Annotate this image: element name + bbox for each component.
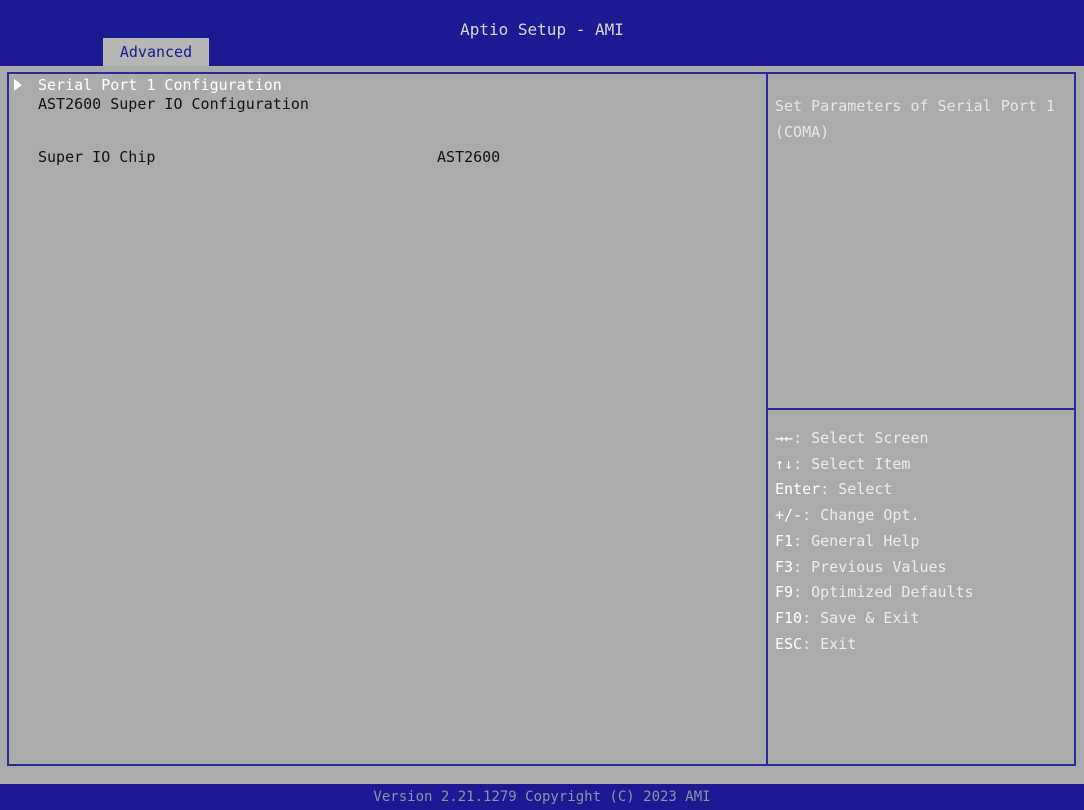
legend-key: F10 — [775, 608, 803, 627]
legend-action: : Select Screen — [793, 429, 929, 447]
legend-action: : Optimized Defaults — [793, 583, 974, 602]
legend-key: F9 — [775, 583, 794, 602]
status-bar: Version 2.21.1279 Copyright (C) 2023 AMI — [0, 784, 1084, 810]
settings-pane: AST2600 Super IO Configuration Super IO … — [9, 74, 766, 764]
super-io-chip-value: AST2600 — [437, 148, 501, 166]
title-bar: Aptio Setup - AMI Advanced — [0, 0, 1084, 66]
serial-port-1-configuration-label: Serial Port 1 Configuration — [38, 76, 282, 94]
help-divider — [768, 408, 1074, 410]
legend-action: : Select Item — [793, 454, 911, 473]
legend-action: : Previous Values — [793, 557, 947, 576]
legend-action: : Select — [820, 480, 893, 499]
key-legend-item: F3: Previous Values — [775, 555, 1067, 581]
legend-action: : Exit — [802, 634, 857, 653]
key-legend-item: Enter: Select — [775, 477, 1067, 503]
key-legend-item: ESC: Exit — [775, 632, 1067, 658]
super-io-chip-label: Super IO Chip — [38, 148, 156, 166]
legend-key: F1 — [775, 531, 794, 550]
key-legend-item: F9: Optimized Defaults — [775, 580, 1067, 606]
tab-advanced[interactable]: Advanced — [103, 38, 209, 66]
legend-key: +/- — [775, 506, 803, 525]
key-legend: →←: Select Screen ↑↓: Select Item Enter:… — [775, 426, 1067, 657]
legend-action: : Change Opt. — [802, 506, 920, 525]
key-legend-item: →←: Select Screen — [775, 426, 1067, 452]
app-title: Aptio Setup - AMI — [460, 20, 624, 39]
legend-key: F3 — [775, 557, 794, 576]
help-text: Set Parameters of Serial Port 1 (COMA) — [775, 97, 1055, 141]
legend-action: : General Help — [793, 531, 920, 550]
key-legend-item: F1: General Help — [775, 529, 1067, 555]
legend-key: ESC — [775, 634, 803, 653]
version-copyright: Version 2.21.1279 Copyright (C) 2023 AMI — [373, 789, 711, 805]
legend-action: : Save & Exit — [802, 608, 920, 627]
main-frame: AST2600 Super IO Configuration Super IO … — [7, 72, 1076, 766]
legend-key: →← — [775, 429, 794, 447]
help-pane: Set Parameters of Serial Port 1 (COMA) →… — [768, 74, 1074, 764]
legend-key: ↑↓ — [775, 454, 794, 473]
key-legend-item: F10: Save & Exit — [775, 606, 1067, 632]
triangle-right-icon — [14, 79, 22, 91]
legend-key: Enter — [775, 480, 821, 499]
serial-port-1-configuration-item[interactable]: Serial Port 1 Configuration — [9, 74, 766, 96]
key-legend-item: ↑↓: Select Item — [775, 452, 1067, 478]
section-title: AST2600 Super IO Configuration — [38, 95, 309, 113]
key-legend-item: +/-: Change Opt. — [775, 503, 1067, 529]
